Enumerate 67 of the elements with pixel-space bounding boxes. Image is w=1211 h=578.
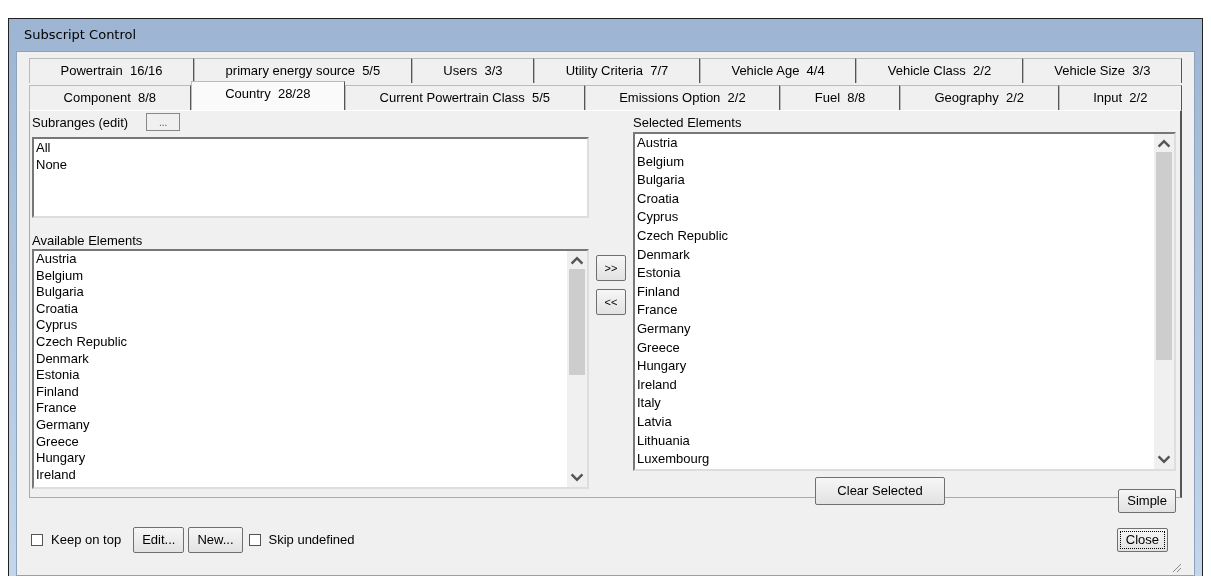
subranges-edit-button[interactable]: ... (146, 113, 181, 131)
scrollbar[interactable] (567, 251, 587, 487)
tab[interactable]: Emissions Option 2/2 (584, 85, 781, 110)
checkbox[interactable] (248, 533, 261, 546)
tab[interactable]: Country 28/28 (190, 81, 345, 110)
tab[interactable]: Utility Criteria 7/7 (534, 58, 700, 83)
list-item[interactable]: Ireland (635, 375, 1154, 395)
list-item[interactable]: Estonia (34, 367, 567, 384)
list-item[interactable]: Denmark (635, 245, 1154, 265)
list-item[interactable]: France (635, 301, 1154, 320)
list-item[interactable]: Bulgaria (34, 284, 567, 301)
list-item[interactable]: Estonia (635, 264, 1154, 283)
list-item[interactable]: Belgium (635, 152, 1154, 172)
list-item[interactable]: Croatia (34, 300, 567, 318)
list-item[interactable]: Finland (34, 383, 567, 401)
list-item[interactable]: Croatia (635, 189, 1154, 209)
list-item[interactable]: Cyprus (635, 208, 1154, 227)
list-item[interactable]: France (34, 400, 567, 417)
skip-undefined-label: Skip undefined (268, 532, 355, 547)
list-item[interactable]: Hungary (34, 450, 567, 467)
window-title: Subscript Control (23, 26, 138, 44)
resize-grip-icon[interactable] (1170, 561, 1182, 573)
list-item[interactable]: Ireland (34, 466, 567, 484)
list-item[interactable]: Bulgaria (635, 171, 1154, 190)
new-button[interactable]: New... (188, 526, 243, 553)
list-item[interactable]: Greece (635, 338, 1154, 358)
edit-button[interactable]: Edit... (133, 526, 185, 553)
list-item[interactable]: Belgium (34, 267, 567, 285)
tab[interactable]: Geography 2/2 (899, 85, 1059, 110)
list-item[interactable]: Cyprus (34, 317, 567, 334)
list-item[interactable]: Lithuania (635, 431, 1154, 451)
list-item[interactable]: Germany (635, 319, 1154, 339)
list-item[interactable]: Luxembourg (635, 450, 1154, 469)
tab[interactable]: Input 2/2 (1058, 85, 1182, 110)
tab[interactable]: Fuel 8/8 (780, 85, 900, 110)
tab[interactable]: primary energy source 5/5 (194, 58, 412, 83)
available-label: Available Elements (32, 233, 144, 249)
list-item[interactable]: Denmark (34, 350, 567, 368)
move-button[interactable]: << (596, 289, 626, 315)
checkbox[interactable] (31, 533, 43, 546)
list-item[interactable]: Greece (34, 433, 567, 451)
keep-on-top-label: Keep on top (51, 532, 122, 547)
tab[interactable]: Component 8/8 (29, 85, 191, 110)
simple-button[interactable]: Simple (1118, 488, 1176, 513)
clear-selected-button[interactable]: Clear Selected (815, 476, 945, 505)
list-item[interactable]: Czech Republic (34, 333, 567, 351)
tab[interactable]: Users 3/3 (411, 58, 535, 83)
scrollbar[interactable] (1154, 134, 1174, 469)
list-item[interactable]: Austria (34, 251, 567, 268)
list-item[interactable]: Hungary (635, 357, 1154, 376)
close-button[interactable]: Close (1116, 527, 1168, 552)
selected-label: Selected Elements (633, 115, 743, 130)
list-item[interactable]: None (34, 156, 587, 173)
list-item[interactable]: Italy (635, 394, 1154, 413)
subranges-label: Subranges (edit) (32, 114, 129, 130)
tab[interactable]: Vehicle Class 2/2 (856, 58, 1023, 83)
tab[interactable]: Current Powertrain Class 5/5 (345, 85, 585, 110)
tab[interactable]: Vehicle Age 4/4 (699, 58, 857, 83)
list-item[interactable]: Latvia (635, 412, 1154, 432)
tab[interactable]: Vehicle Size 3/3 (1022, 58, 1182, 83)
list-item[interactable]: Austria (635, 134, 1154, 153)
list-item[interactable]: All (34, 139, 587, 156)
list-item[interactable]: Germany (34, 416, 567, 434)
list-item[interactable]: Finland (635, 282, 1154, 302)
list-item[interactable]: Czech Republic (635, 226, 1154, 246)
tab[interactable]: Powertrain 16/16 (29, 58, 195, 83)
move-button[interactable]: >> (596, 255, 626, 281)
